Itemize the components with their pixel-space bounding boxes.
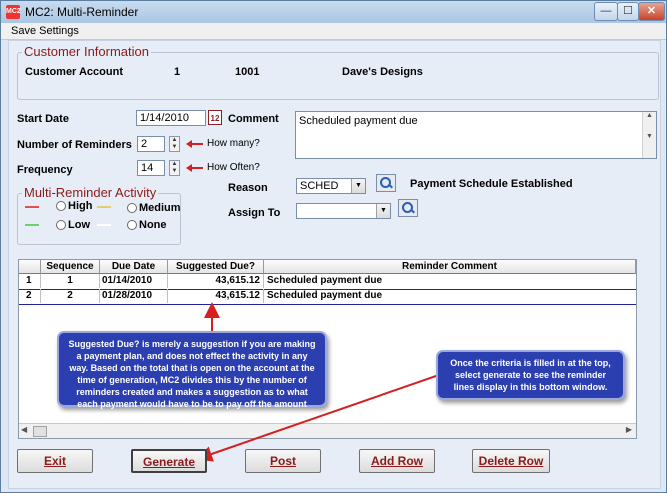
suggested-due-note: Suggested Due? is merely a suggestion if…: [57, 331, 327, 421]
generate-button[interactable]: Generate: [131, 449, 207, 473]
exit-button[interactable]: Exit: [17, 449, 93, 473]
add-row-button[interactable]: Add Row: [359, 449, 435, 473]
callout-arrows: [196, 302, 437, 462]
post-button[interactable]: Post: [245, 449, 321, 473]
generate-note: Once the criteria is filled in at the to…: [436, 350, 625, 400]
delete-row-button[interactable]: Delete Row: [472, 449, 550, 473]
